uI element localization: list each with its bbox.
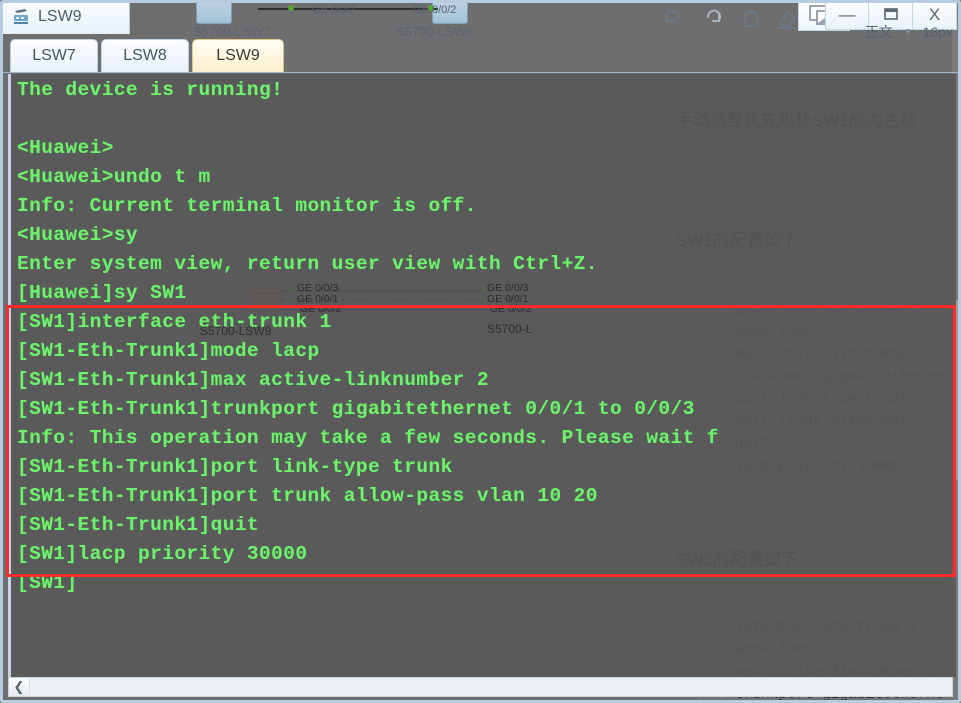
terminal-horizontal-scrollbar[interactable]: ❮ [8,677,953,697]
undo-icon[interactable] [660,6,686,32]
tab-label: LSW7 [32,47,76,64]
terminal-output-text: The device is running! <Huawei> <Huawei>… [17,79,719,594]
switch-icon [12,8,32,26]
minimize-icon: — [838,5,856,24]
scrollbar-track[interactable] [30,678,952,696]
tab-label: LSW9 [216,47,260,64]
paste-icon[interactable] [738,6,764,32]
chevron-down-icon[interactable]: ▼ [903,27,913,38]
minimize-button[interactable]: — [825,0,869,30]
scroll-left-icon[interactable]: ❮ [9,678,30,696]
redo-icon[interactable] [700,6,726,32]
tab-lsw7[interactable]: LSW7 [10,39,98,72]
title-bar: LSW9 — X 正文 ▼ 16px [0,0,961,40]
font-style-label[interactable]: 正文 [865,22,893,42]
terminal-console[interactable]: The device is running! <Huawei> <Huawei>… [8,74,956,677]
tab-label: LSW8 [123,47,167,64]
tab-lsw9[interactable]: LSW9 [192,39,284,72]
font-settings-bar: 正文 ▼ 16px [865,22,953,42]
window-title: LSW9 [38,8,82,25]
font-size-label[interactable]: 16px [923,24,953,40]
tab-lsw8[interactable]: LSW8 [101,39,189,72]
tab-strip: LSW7 LSW8 LSW9 [0,36,961,73]
app-window: 手动调整优先级让SW1成为主动 SW1的配置如下: SW2的配置如下: 1int… [0,0,961,703]
